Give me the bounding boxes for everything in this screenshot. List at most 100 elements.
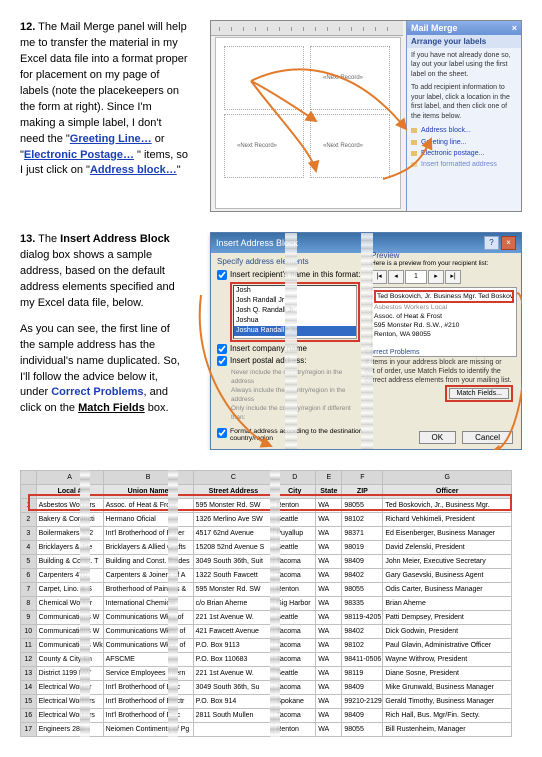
row-number[interactable]: 11 [21, 639, 37, 653]
cell[interactable]: Neiomen Contiments of Pg [103, 723, 193, 737]
electronic-postage-item[interactable]: Electronic postage... [411, 148, 517, 159]
row-number[interactable]: 1 [21, 499, 37, 513]
cell[interactable]: 98409 [342, 681, 383, 695]
cell[interactable]: Tacoma [274, 709, 316, 723]
cell[interactable]: Chemical Worker [36, 597, 103, 611]
cell[interactable]: 595 Monster Rd. SW [193, 499, 274, 513]
cell[interactable]: Electrical Workers [36, 709, 103, 723]
insert-company-checkbox[interactable] [217, 344, 227, 354]
cell[interactable]: Renton [274, 583, 316, 597]
cell[interactable]: Engineers 280 [36, 723, 103, 737]
cell[interactable]: WA [316, 653, 342, 667]
row-number[interactable]: 7 [21, 583, 37, 597]
cell[interactable]: 221 1st Avenue W. [193, 611, 274, 625]
row-number[interactable]: 16 [21, 709, 37, 723]
close-icon[interactable]: × [501, 236, 516, 250]
cell[interactable]: WA [316, 499, 342, 513]
cell[interactable]: WA [316, 625, 342, 639]
cell[interactable]: 4517 62nd Avenue [193, 527, 274, 541]
cell[interactable]: P.O. Box 914 [193, 695, 274, 709]
cell[interactable]: Tacoma [274, 569, 316, 583]
cell[interactable]: P.O. Box 9113 [193, 639, 274, 653]
next-record-button[interactable]: ▸ [428, 270, 444, 284]
column-letter[interactable]: F [342, 471, 383, 485]
cell[interactable]: County & City En [36, 653, 103, 667]
cell[interactable]: 98019 [342, 541, 383, 555]
cell[interactable]: Gerald Timothy, Business Manager [383, 695, 512, 709]
cell[interactable]: WA [316, 681, 342, 695]
cell[interactable]: 2811 South Mullen [193, 709, 274, 723]
cell[interactable]: Carpenters & Joiners of A [103, 569, 193, 583]
cell[interactable]: Hermano Oficial [103, 513, 193, 527]
cell[interactable]: Tacoma [274, 653, 316, 667]
cell[interactable]: Gig Harbor [274, 597, 316, 611]
row-number[interactable]: 5 [21, 555, 37, 569]
cell[interactable]: Communications Wk [36, 639, 103, 653]
cell[interactable]: 98119-4205 [342, 611, 383, 625]
cell[interactable]: Carpenters 470 [36, 569, 103, 583]
cell[interactable]: Communications W [36, 625, 103, 639]
close-icon[interactable]: × [512, 23, 517, 33]
cell[interactable]: 98371 [342, 527, 383, 541]
cell[interactable]: Communications W [36, 611, 103, 625]
cell[interactable]: Bricklayers & Tile [36, 541, 103, 555]
cell[interactable]: Seattle [274, 513, 316, 527]
row-number[interactable]: 10 [21, 625, 37, 639]
cell[interactable]: 3049 South 36th, Suit [193, 555, 274, 569]
insert-formatted-item[interactable]: Insert formatted address [411, 159, 517, 170]
cell[interactable]: 221 1st Avenue W. [193, 667, 274, 681]
cell[interactable]: 98102 [342, 513, 383, 527]
cell[interactable]: Renton [274, 499, 316, 513]
cell[interactable]: Bakery & Confecti [36, 513, 103, 527]
cell[interactable]: Paul Glavin, Administrative Officer [383, 639, 512, 653]
cell[interactable]: Building & Const. T [36, 555, 103, 569]
row-number[interactable]: 17 [21, 723, 37, 737]
row-number[interactable]: 8 [21, 597, 37, 611]
cell[interactable]: AFSCME [103, 653, 193, 667]
cell[interactable]: 98055 [342, 583, 383, 597]
cell[interactable]: 98335 [342, 597, 383, 611]
column-letter[interactable]: A [36, 471, 103, 485]
cell[interactable]: WA [316, 597, 342, 611]
cell[interactable]: 1326 Merlino Ave SW [193, 513, 274, 527]
address-block-item[interactable]: Address block... [411, 125, 517, 136]
cell[interactable]: 98402 [342, 625, 383, 639]
cell[interactable]: WA [316, 583, 342, 597]
cell[interactable]: District 1199 NW [36, 667, 103, 681]
cell[interactable]: 98102 [342, 639, 383, 653]
cell[interactable]: 98055 [342, 499, 383, 513]
cell[interactable]: WA [316, 709, 342, 723]
cell[interactable]: Seattle [274, 611, 316, 625]
cell[interactable]: WA [316, 555, 342, 569]
prev-record-button[interactable]: ◂ [388, 270, 404, 284]
match-fields-button[interactable]: Match Fields... [449, 388, 509, 399]
row-number[interactable]: 2 [21, 513, 37, 527]
cell[interactable]: WA [316, 513, 342, 527]
cell[interactable]: Patti Dempsey, President [383, 611, 512, 625]
cell[interactable]: Asbestos Workers [36, 499, 103, 513]
cell[interactable]: Electrical Worker [36, 681, 103, 695]
cell[interactable]: c/o Brian Aherne [193, 597, 274, 611]
cell[interactable]: Communications Wkrs. of [103, 639, 193, 653]
cell[interactable]: Spokane [274, 695, 316, 709]
cell[interactable]: Seattle [274, 541, 316, 555]
cell[interactable]: Communications Wkrs of [103, 611, 193, 625]
cell[interactable]: Int'l Brotherhood of Boiler [103, 527, 193, 541]
greeting-line-item[interactable]: Greeting line... [411, 137, 517, 148]
cell[interactable]: 98055 [342, 723, 383, 737]
row-number[interactable]: 14 [21, 681, 37, 695]
cell[interactable]: Bill Rustenheim, Manager [383, 723, 512, 737]
cell[interactable]: Seattle [274, 667, 316, 681]
cell[interactable]: Assoc. of Heat & Frost [103, 499, 193, 513]
cell[interactable]: 98411-0506 [342, 653, 383, 667]
column-letter[interactable]: G [383, 471, 512, 485]
first-record-button[interactable]: |◂ [371, 270, 387, 284]
cell[interactable]: Odis Carter, Business Manager [383, 583, 512, 597]
cell[interactable]: Diane Sosne, President [383, 667, 512, 681]
insert-recipient-checkbox[interactable] [217, 270, 227, 280]
cell[interactable]: WA [316, 723, 342, 737]
cell[interactable]: Ted Boskovich, Jr., Business Mgr. [383, 499, 512, 513]
cell[interactable]: WA [316, 569, 342, 583]
cell[interactable]: David Zelenski, President [383, 541, 512, 555]
cell[interactable]: International Chemical [103, 597, 193, 611]
